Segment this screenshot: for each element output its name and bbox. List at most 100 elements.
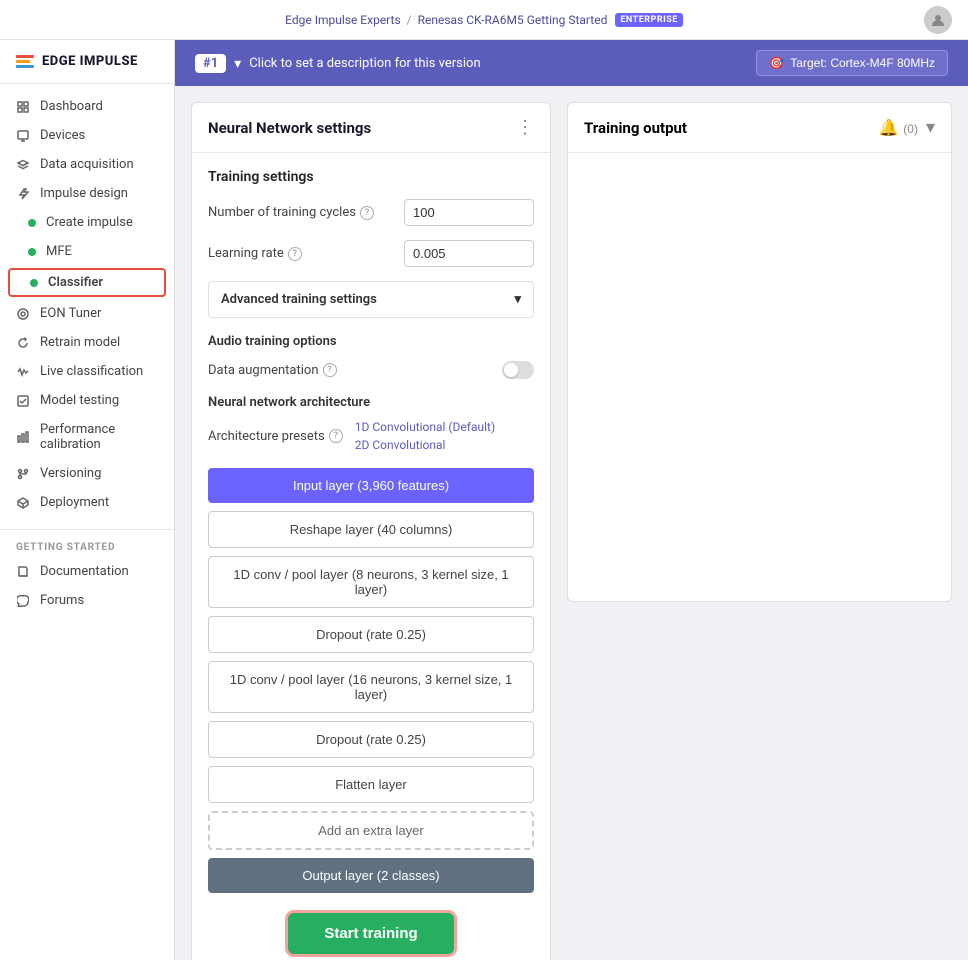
panel-title: Neural Network settings xyxy=(208,119,371,137)
start-training-wrapper: Start training xyxy=(208,901,534,960)
activity-icon xyxy=(16,365,30,379)
refresh-icon xyxy=(16,336,30,350)
sidebar-label-create-impulse: Create impulse xyxy=(46,215,133,230)
sidebar-item-performance-calibration[interactable]: Performance calibration xyxy=(0,415,174,459)
sidebar-label-model-testing: Model testing xyxy=(40,393,119,408)
git-branch-icon xyxy=(16,467,30,481)
sidebar-label-deployment: Deployment xyxy=(40,495,109,510)
sidebar-label-mfe: MFE xyxy=(46,244,72,259)
sidebar-item-create-impulse[interactable]: Create impulse xyxy=(0,208,174,237)
architecture-title: Neural network architecture xyxy=(208,395,534,410)
bell-button[interactable]: 🔔 (0) xyxy=(879,118,918,138)
sidebar-nav: Dashboard Devices Data acquisition Impul… xyxy=(0,84,174,525)
sidebar-item-eon-tuner[interactable]: EON Tuner xyxy=(0,299,174,328)
sidebar-label-classifier: Classifier xyxy=(48,275,103,290)
sidebar-label-dashboard: Dashboard xyxy=(40,99,103,114)
book-icon xyxy=(16,565,30,579)
sidebar-label-devices: Devices xyxy=(40,128,85,143)
sidebar-item-versioning[interactable]: Versioning xyxy=(0,459,174,488)
learning-rate-input[interactable] xyxy=(404,240,534,267)
num-cycles-input[interactable] xyxy=(404,199,534,226)
sidebar-item-impulse-design[interactable]: Impulse design xyxy=(0,179,174,208)
sidebar-item-data-acquisition[interactable]: Data acquisition xyxy=(0,150,174,179)
learning-rate-help-icon[interactable]: ? xyxy=(288,247,302,261)
zap-icon xyxy=(16,187,30,201)
sidebar-item-forums[interactable]: Forums xyxy=(0,586,174,615)
num-cycles-row: Number of training cycles ? xyxy=(208,199,534,226)
getting-started-label: GETTING STARTED xyxy=(0,534,174,557)
enterprise-badge: ENTERPRISE xyxy=(615,13,683,27)
layer-input[interactable]: Input layer (3,960 features) xyxy=(208,468,534,503)
sidebar-divider xyxy=(0,529,174,530)
sidebar-label-documentation: Documentation xyxy=(40,564,129,579)
layer-flatten[interactable]: Flatten layer xyxy=(208,766,534,803)
main-content: #1 ▾ Click to set a description for this… xyxy=(175,40,968,960)
training-output-header: Training output 🔔 (0) ▾ xyxy=(568,103,951,153)
sidebar-item-mfe[interactable]: MFE xyxy=(0,237,174,266)
version-description[interactable]: Click to set a description for this vers… xyxy=(249,56,480,71)
preset-2d-link[interactable]: 2D Convolutional xyxy=(355,438,495,452)
sidebar-item-model-testing[interactable]: Model testing xyxy=(0,386,174,415)
layer-dropout-1[interactable]: Dropout (rate 0.25) xyxy=(208,616,534,653)
sidebar-item-deployment[interactable]: Deployment xyxy=(0,488,174,517)
presets-help-icon[interactable]: ? xyxy=(329,429,343,443)
data-augmentation-toggle[interactable] xyxy=(502,361,534,379)
sidebar-item-classifier[interactable]: Classifier xyxy=(8,268,166,297)
preset-links: 1D Convolutional (Default) 2D Convolutio… xyxy=(355,420,495,452)
layer-conv1d-2[interactable]: 1D conv / pool layer (16 neurons, 3 kern… xyxy=(208,661,534,713)
target-label: Target: Cortex-M4F 80MHz xyxy=(790,56,935,70)
breadcrumb-part1[interactable]: Edge Impulse Experts xyxy=(285,13,401,27)
sidebar-item-devices[interactable]: Devices xyxy=(0,121,174,150)
num-cycles-help-icon[interactable]: ? xyxy=(360,206,374,220)
panel-body: Training settings Number of training cyc… xyxy=(192,153,550,960)
sidebar-item-retrain-model[interactable]: Retrain model xyxy=(0,328,174,357)
layer-output[interactable]: Output layer (2 classes) xyxy=(208,858,534,893)
num-cycles-label: Number of training cycles ? xyxy=(208,205,374,220)
training-output-title: Training output xyxy=(584,119,687,137)
breadcrumb-part2[interactable]: Renesas CK-RA6M5 Getting Started xyxy=(418,13,608,27)
advanced-settings-toggle[interactable]: Advanced training settings ▾ xyxy=(208,281,534,318)
toggle-knob xyxy=(504,363,518,377)
learning-rate-row: Learning rate ? xyxy=(208,240,534,267)
chip-icon: 🎯 xyxy=(769,56,784,70)
layer-conv1d-1[interactable]: 1D conv / pool layer (8 neurons, 3 kerne… xyxy=(208,556,534,608)
dot-icon-create-impulse xyxy=(28,219,36,227)
training-settings-title: Training settings xyxy=(208,169,534,185)
presets-row: Architecture presets ? 1D Convolutional … xyxy=(208,420,534,452)
bell-count: (0) xyxy=(903,122,918,136)
sidebar: EDGE IMPULSE Dashboard Devices Data acqu… xyxy=(0,40,175,960)
data-augmentation-row: Data augmentation ? xyxy=(208,361,534,379)
layer-dropout-2[interactable]: Dropout (rate 0.25) xyxy=(208,721,534,758)
target-button[interactable]: 🎯 Target: Cortex-M4F 80MHz xyxy=(756,50,948,76)
layers-icon xyxy=(16,158,30,172)
sidebar-item-live-classification[interactable]: Live classification xyxy=(0,357,174,386)
dot-icon-mfe xyxy=(28,248,36,256)
panel-menu-button[interactable]: ⋮ xyxy=(516,117,534,138)
breadcrumb-sep: / xyxy=(407,13,412,27)
sidebar-label-retrain-model: Retrain model xyxy=(40,335,120,350)
chevron-down-icon: ▾ xyxy=(514,292,521,307)
preset-1d-link[interactable]: 1D Convolutional (Default) xyxy=(355,420,495,434)
sidebar-logo: EDGE IMPULSE xyxy=(0,40,174,84)
sidebar-item-documentation[interactable]: Documentation xyxy=(0,557,174,586)
version-bar: #1 ▾ Click to set a description for this… xyxy=(175,40,968,86)
grid-icon xyxy=(16,100,30,114)
data-augmentation-help-icon[interactable]: ? xyxy=(323,363,337,377)
layer-reshape[interactable]: Reshape layer (40 columns) xyxy=(208,511,534,548)
logo-icon xyxy=(16,55,34,68)
start-training-button[interactable]: Start training xyxy=(288,913,453,954)
sidebar-item-dashboard[interactable]: Dashboard xyxy=(0,92,174,121)
version-badge: #1 xyxy=(195,54,226,73)
training-output-dropdown-btn[interactable]: ▾ xyxy=(926,117,935,138)
sidebar-label-eon-tuner: EON Tuner xyxy=(40,306,101,321)
dot-icon-classifier xyxy=(30,279,38,287)
sidebar-label-impulse-design: Impulse design xyxy=(40,186,128,201)
version-dropdown-btn[interactable]: ▾ xyxy=(234,55,241,72)
layer-add-extra[interactable]: Add an extra layer xyxy=(208,811,534,850)
logo-text: EDGE IMPULSE xyxy=(42,54,138,69)
monitor-icon xyxy=(16,129,30,143)
sidebar-label-live-classification: Live classification xyxy=(40,364,143,379)
training-output-body xyxy=(568,153,951,453)
advanced-settings-label: Advanced training settings xyxy=(221,292,377,307)
check-square-icon xyxy=(16,394,30,408)
